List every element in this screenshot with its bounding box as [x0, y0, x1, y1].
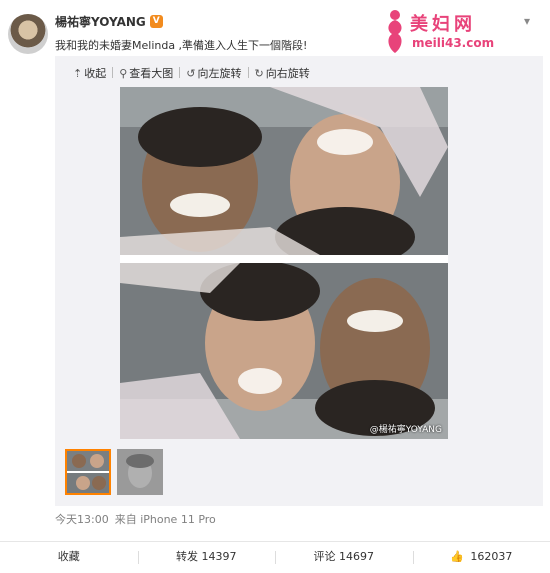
thumbnail-strip [65, 449, 163, 495]
thumbnail-2[interactable] [117, 449, 163, 495]
username-text[interactable]: 楊祐寧YOYANG [55, 13, 146, 30]
like-count: 162037 [470, 550, 513, 563]
photo-strip[interactable]: @楊祐寧YOYANG [120, 87, 448, 439]
photo-bottom: @楊祐寧YOYANG [120, 263, 448, 439]
weibo-post-card: 楊祐寧YOYANG V ▾ 我和我的未婚妻Melinda ,準備進入人生下一個階… [0, 0, 550, 573]
favorite-label: 收藏 [57, 550, 80, 563]
couple-photo-bottom [120, 263, 448, 439]
watermark-title: 美妇网 [410, 14, 476, 35]
post-meta: 今天13:00 来自 iPhone 11 Pro [55, 511, 216, 527]
divider [247, 67, 249, 78]
post-time[interactable]: 今天13:00 [55, 511, 109, 527]
username[interactable]: 楊祐寧YOYANG V [55, 13, 163, 30]
thumbnail-2-image [117, 449, 163, 495]
rotate-right-button[interactable]: ↻ 向右旋转 [251, 65, 314, 81]
view-large-label: 查看大图 [129, 67, 174, 80]
rotate-right-icon: ↻ [254, 66, 264, 80]
action-bar: 收藏 转发 14397 评论 14697 👍 162037 [0, 541, 550, 573]
media-panel: ⇡ 收起 ⚲ 查看大图 ↺ 向左旋转 ↻ 向右旋转 @楊祐寧YOYANG [55, 56, 543, 506]
like-button[interactable]: 👍 162037 [412, 542, 550, 573]
post-source: 来自 iPhone 11 Pro [114, 513, 216, 526]
chevron-down-icon[interactable]: ▾ [518, 14, 536, 28]
magnifier-icon: ⚲ [119, 66, 128, 80]
view-large-button[interactable]: ⚲ 查看大图 [115, 65, 177, 81]
avatar[interactable] [8, 14, 48, 54]
divider [112, 67, 114, 78]
thumbnail-1-image [67, 451, 109, 493]
site-watermark: 美妇网 meili43.com [380, 8, 510, 54]
rotate-right-label: 向右旋转 [265, 67, 310, 80]
collapse-button[interactable]: ⇡ 收起 [69, 65, 110, 81]
verified-badge-icon: V [149, 15, 163, 28]
rotate-left-button[interactable]: ↺ 向左旋转 [182, 65, 245, 81]
rotate-left-label: 向左旋转 [197, 67, 242, 80]
favorite-button[interactable]: 收藏 [0, 542, 138, 573]
watermark-url: meili43.com [412, 36, 495, 50]
rotate-left-icon: ↺ [186, 66, 196, 80]
photo-watermark: @楊祐寧YOYANG [369, 425, 442, 435]
thumbs-up-icon: 👍 [450, 550, 464, 563]
woman-silhouette-icon [388, 10, 402, 53]
comment-label: 评论 14697 [313, 550, 375, 563]
photo-top [120, 87, 448, 255]
divider [179, 67, 181, 78]
repost-label: 转发 14397 [176, 550, 237, 563]
repost-button[interactable]: 转发 14397 [137, 542, 276, 573]
thumbnail-1[interactable] [65, 449, 111, 495]
couple-photo-top [120, 87, 448, 255]
image-toolbar: ⇡ 收起 ⚲ 查看大图 ↺ 向左旋转 ↻ 向右旋转 [69, 65, 314, 81]
post-text: 我和我的未婚妻Melinda ,準備進入人生下一個階段! [55, 39, 308, 52]
collapse-label: 收起 [84, 67, 107, 80]
collapse-icon: ⇡ [73, 66, 83, 80]
comment-button[interactable]: 评论 14697 [275, 542, 413, 573]
